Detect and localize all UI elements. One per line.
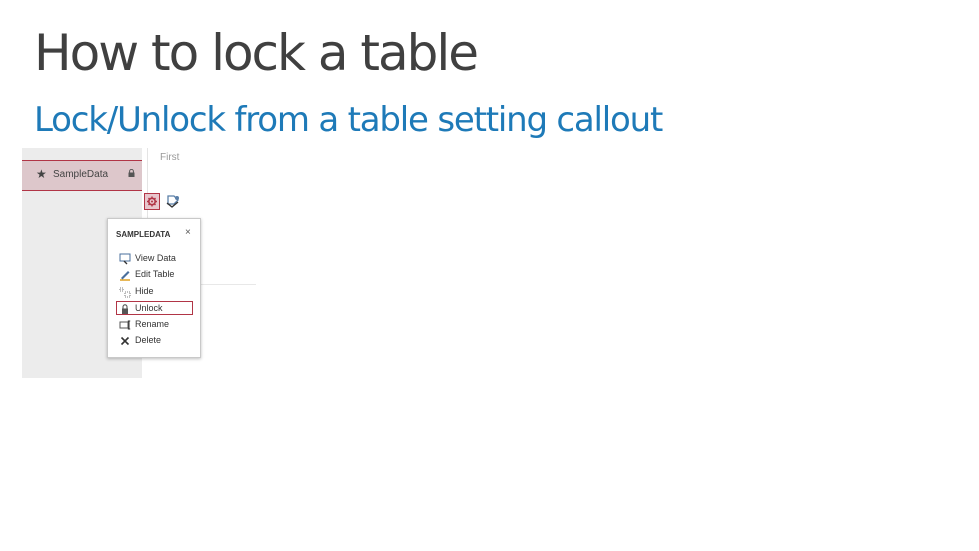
hide-icon	[119, 287, 131, 298]
menu-item-label: View Data	[135, 253, 176, 263]
slide-subtitle: Lock/Unlock from a table setting callout	[34, 100, 663, 140]
menu-item-unlock[interactable]: Unlock	[116, 301, 193, 315]
star-icon: ★	[36, 167, 47, 181]
menu-item-hide[interactable]: Hide	[117, 285, 192, 299]
menu-item-rename[interactable]: Rename	[117, 318, 192, 332]
screenshot-region: ★ SampleData First SAMPLEDATA × View Dat…	[22, 148, 262, 378]
column-label: First	[160, 152, 180, 163]
view-gridline	[200, 284, 256, 285]
close-icon[interactable]: ×	[185, 227, 191, 238]
table-tile-label: SampleData	[53, 169, 109, 180]
table-settings-callout: SAMPLEDATA × View Data Edit Table Hide U…	[107, 218, 201, 358]
menu-item-label: Hide	[135, 286, 154, 296]
menu-item-label: Edit Table	[135, 269, 175, 279]
rename-icon	[119, 320, 131, 330]
delete-icon	[120, 336, 130, 346]
callout-header: SAMPLEDATA	[116, 230, 171, 239]
menu-item-delete[interactable]: Delete	[117, 334, 192, 348]
menu-item-view-data[interactable]: View Data	[117, 252, 192, 266]
table-settings-button[interactable]	[144, 193, 160, 210]
view-data-icon	[119, 253, 131, 265]
menu-item-label: Rename	[135, 319, 170, 329]
data-view-icon	[166, 195, 179, 208]
table-tile-sampledata[interactable]: ★ SampleData	[22, 160, 142, 191]
lock-icon	[128, 169, 135, 177]
unlock-icon	[122, 304, 128, 314]
menu-item-edit-table[interactable]: Edit Table	[117, 268, 192, 282]
gear-icon	[147, 196, 157, 207]
menu-item-label: Delete	[135, 335, 162, 345]
view-data-button[interactable]	[164, 193, 182, 210]
edit-table-icon	[120, 271, 130, 281]
slide-title: How to lock a table	[34, 24, 479, 82]
menu-item-label: Unlock	[135, 303, 163, 313]
